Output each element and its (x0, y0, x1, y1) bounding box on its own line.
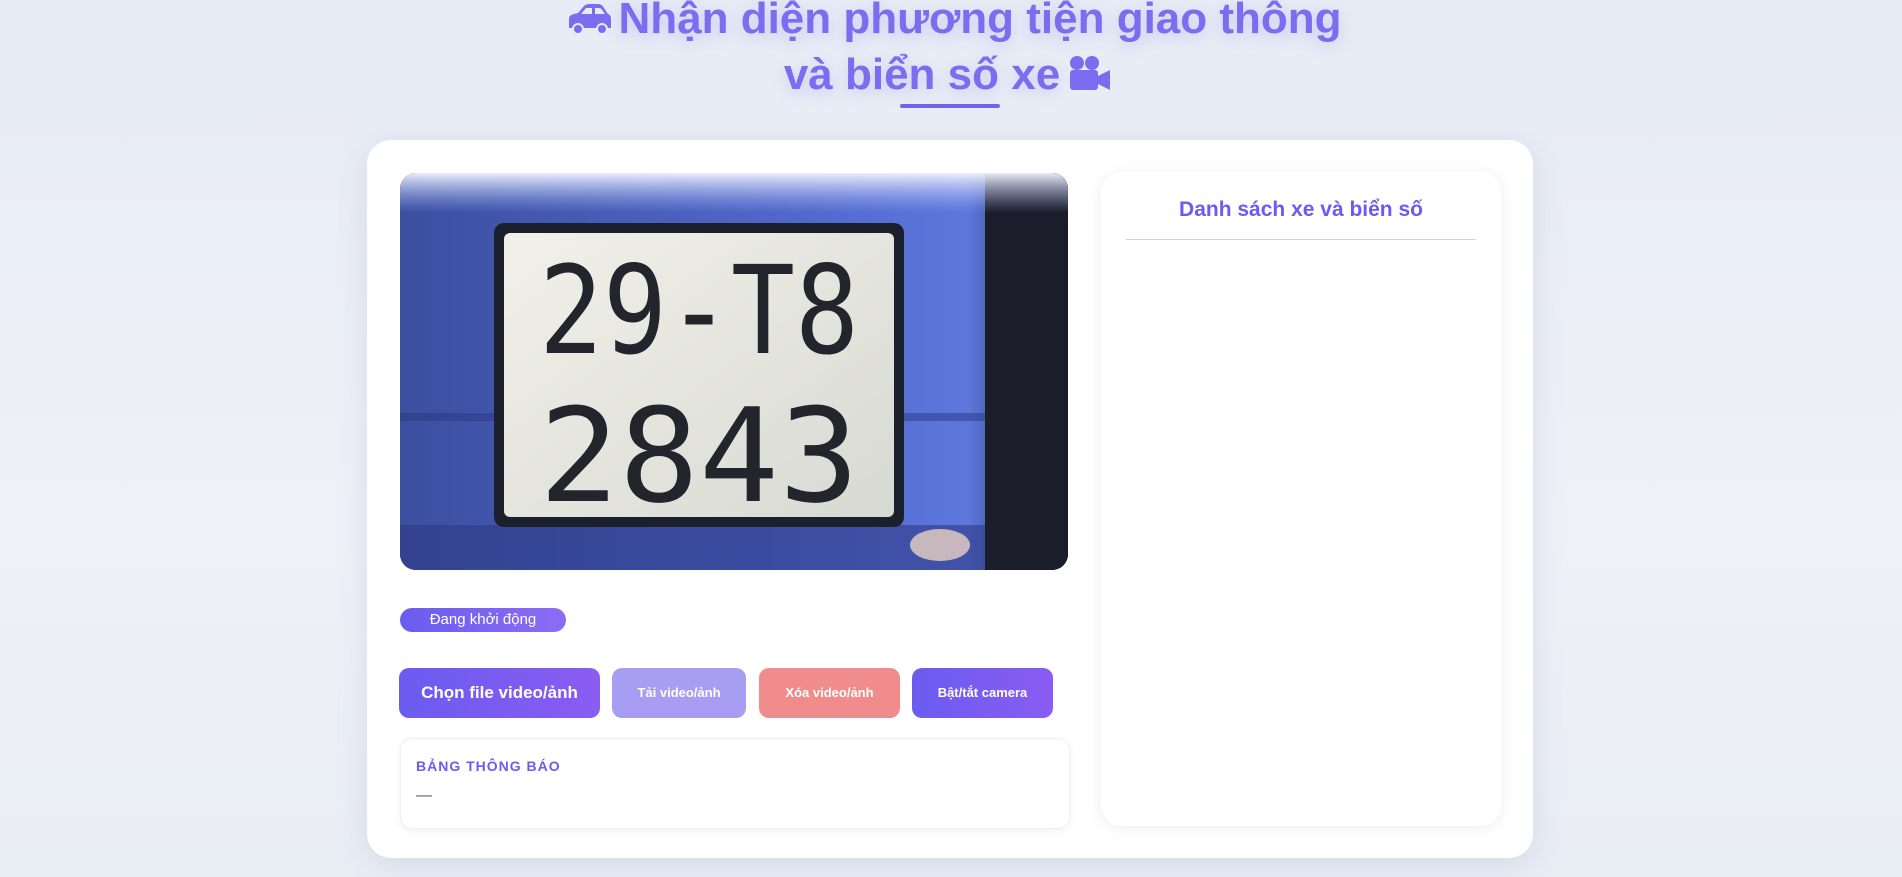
vehicle-list-panel: Danh sách xe và biển số (1101, 172, 1501, 826)
notice-title: BẢNG THÔNG BÁO (416, 758, 561, 774)
notice-board: BẢNG THÔNG BÁO — (400, 738, 1070, 829)
upload-button[interactable]: Tải video/ảnh (612, 668, 746, 718)
plate-line-1: 29-T8 (539, 240, 859, 382)
status-badge: Đang khởi động (400, 608, 566, 632)
page-title: Nhận diện phương tiện giao thông và biển… (0, 0, 1902, 104)
delete-button[interactable]: Xóa video/ảnh (759, 668, 900, 718)
choose-file-button[interactable]: Chọn file video/ảnh (399, 668, 600, 718)
car-icon (566, 0, 612, 48)
vehicle-list-title: Danh sách xe và biển số (1179, 198, 1423, 221)
panel-divider (1126, 239, 1476, 240)
plate-line-2: 2843 (539, 380, 859, 532)
title-line-2: và biển số xe (783, 49, 1061, 99)
title-underline (900, 104, 1000, 108)
video-camera-icon (1066, 51, 1112, 104)
toggle-camera-button[interactable]: Bật/tắt camera (912, 668, 1053, 718)
notice-text: — (416, 787, 432, 804)
title-line-1: Nhận diện phương tiện giao thông (618, 0, 1342, 43)
video-preview[interactable]: 29-T8 2843 (400, 173, 1068, 570)
